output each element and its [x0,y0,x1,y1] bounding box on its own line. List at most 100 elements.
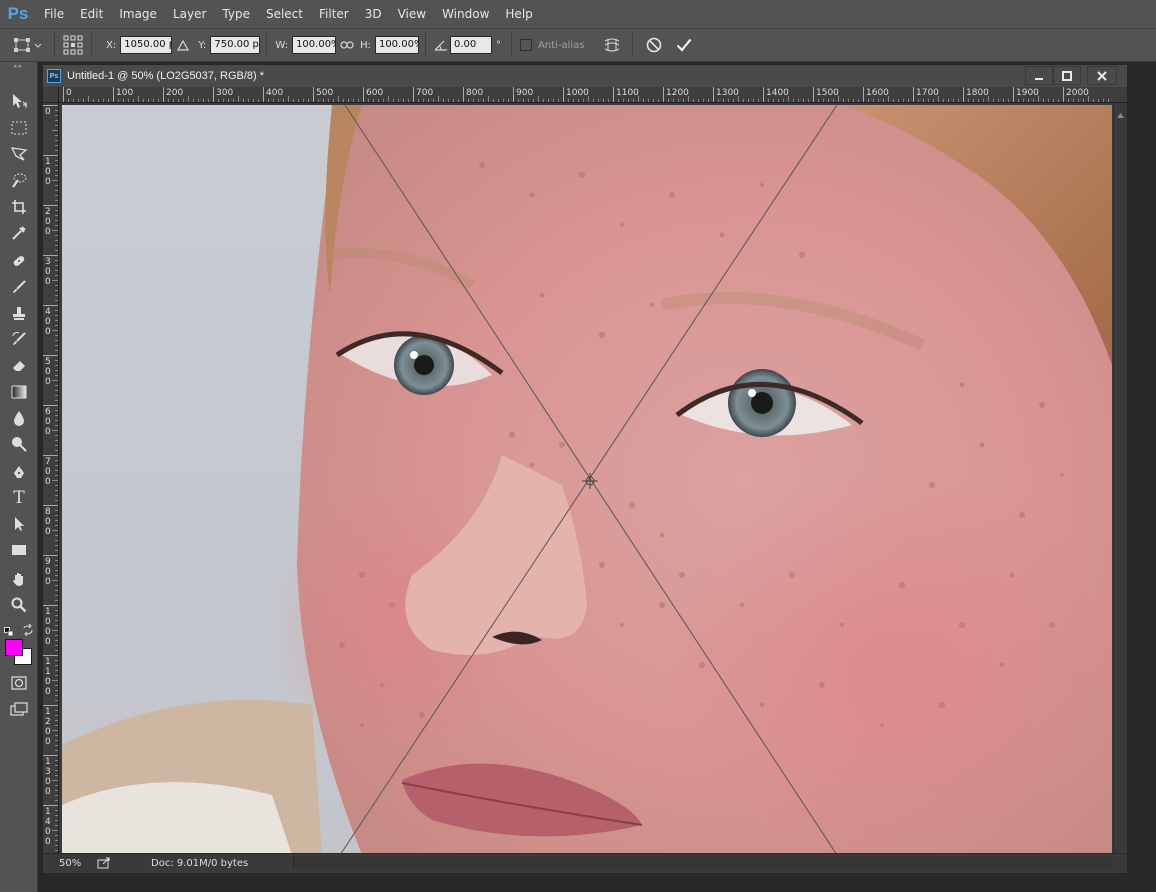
height-field[interactable]: 100.00% [374,36,419,54]
menu-layer[interactable]: Layer [165,0,214,28]
blur-tool[interactable] [6,407,32,429]
app-logo[interactable]: Ps [0,0,36,28]
ruler-minor-tick [55,300,58,301]
lasso-tool[interactable] [6,143,32,165]
eyedropper-tool[interactable] [6,222,32,244]
ruler-minor-tick [55,485,58,486]
x-position-field[interactable]: 1050.00 px [120,36,173,54]
ruler-minor-tick [283,99,284,102]
ruler-minor-tick [55,490,58,491]
horizontal-ruler[interactable]: 0 100 200 300 400 500 600 700 800 900 1000 1100 1200… [59,87,1127,103]
ruler-minor-tick [55,850,58,851]
menu-filter[interactable]: Filter [311,0,357,28]
swap-colors-button[interactable] [22,621,34,637]
ruler-tick [713,87,714,102]
commit-transform-button[interactable] [669,33,699,57]
ruler-label: 1000 [566,88,589,98]
image-canvas[interactable] [62,105,1112,855]
ruler-minor-tick [55,425,58,426]
move-tool[interactable] [6,90,32,112]
hand-tool[interactable] [6,568,32,590]
cancel-transform-button[interactable] [639,33,669,57]
options-separator [510,33,512,57]
y-position-field[interactable]: 750.00 px [210,36,261,54]
width-field[interactable]: 100.00% [292,36,337,54]
menu-3d[interactable]: 3D [357,0,390,28]
type-icon: T [13,488,25,508]
document-title: Untitled-1 @ 50% (LO2G5037, RGB/8) * [67,70,265,82]
warp-mode-button[interactable] [598,33,626,57]
history-brush-tool[interactable] [6,328,32,350]
menu-select[interactable]: Select [258,0,311,28]
ruler-minor-tick [55,120,58,121]
brush-tool[interactable] [6,276,32,298]
ruler-minor-tick [278,99,279,102]
vertical-ruler[interactable]: 0 100 200 300 400 500 600 700 800 900 1000 1100 1200… [43,103,59,853]
relative-position-toggle[interactable] [172,35,194,55]
close-icon [1097,70,1107,81]
path-selection-tool[interactable] [6,513,32,535]
menu-view[interactable]: View [390,0,434,28]
maximize-button[interactable] [1053,66,1081,85]
menu-edit[interactable]: Edit [72,0,111,28]
zoom-tool[interactable] [6,594,32,616]
screen-mode-button[interactable] [6,698,32,720]
clone-stamp-tool[interactable] [6,302,32,324]
foreground-color-swatch[interactable] [5,639,23,656]
dodge-tool[interactable] [6,433,32,455]
ruler-minor-tick [423,99,424,102]
ruler-label: 1700 [916,88,939,98]
horizontal-scrollbar[interactable] [293,856,1111,870]
ruler-minor-tick [443,99,444,102]
ruler-minor-tick [55,390,58,391]
close-button[interactable] [1087,66,1117,85]
ruler-label: 1800 [966,88,989,98]
ruler-minor-tick [223,99,224,102]
toolbox-grip[interactable]: ▸▸ [0,62,37,70]
zoom-level[interactable]: 50% [59,858,93,869]
marquee-tool[interactable] [6,117,32,139]
ruler-minor-tick [288,96,289,102]
ruler-minor-tick [55,845,58,846]
ruler-label: 0 [45,107,51,117]
crop-tool[interactable] [6,196,32,218]
quick-selection-tool[interactable] [6,169,32,191]
reference-point-locator[interactable] [61,33,85,57]
ruler-tick [963,87,964,102]
menu-type[interactable]: Type [214,0,258,28]
ruler-minor-tick [828,99,829,102]
ruler-minor-tick [55,600,58,601]
rectangle-tool[interactable] [6,539,32,561]
ruler-minor-tick [908,99,909,102]
ruler-origin[interactable] [43,87,59,103]
ruler-minor-tick [55,445,58,446]
menu-help[interactable]: Help [497,0,540,28]
ruler-minor-tick [55,695,58,696]
healing-brush-tool[interactable] [6,250,32,272]
ruler-minor-tick [1108,99,1109,102]
document-tab[interactable]: Ps Untitled-1 @ 50% (LO2G5037, RGB/8) * [43,65,1127,87]
eraser-tool[interactable] [6,355,32,377]
ruler-label: 1100 [45,657,51,697]
tool-preset-picker[interactable] [8,33,48,57]
type-tool[interactable]: T [6,487,32,509]
pen-tool[interactable] [6,461,32,483]
antialias-label: Anti-alias [537,39,585,51]
ruler-tick [43,655,58,656]
ruler-minor-tick [55,820,58,821]
scroll-up-arrow[interactable] [1116,105,1125,118]
ruler-minor-tick [868,99,869,102]
menu-window[interactable]: Window [434,0,497,28]
rotate-angle-field[interactable]: 0.00 [449,36,492,54]
default-colors-button[interactable] [4,622,14,637]
maintain-aspect-ratio-toggle[interactable] [336,35,358,55]
quick-mask-button[interactable] [6,672,32,694]
vertical-scrollbar[interactable] [1113,103,1127,853]
menu-image[interactable]: Image [111,0,165,28]
ruler-tick [43,305,58,306]
antialias-checkbox[interactable] [519,39,532,51]
gradient-tool[interactable] [6,381,32,403]
menu-file[interactable]: File [36,0,72,28]
export-button[interactable] [97,857,113,871]
minimize-button[interactable] [1025,66,1053,85]
